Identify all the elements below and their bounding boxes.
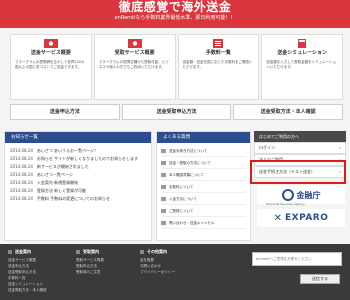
fsa-subtitle: Financial Services Agency (266, 202, 305, 206)
card-desc: 送金額・送金先国に応じた手数料をご確認いただけます。 (182, 60, 253, 69)
exparo-logo[interactable]: ✕ EXPARO (257, 209, 345, 227)
list-icon (213, 39, 224, 48)
hero-banner: 徹底感覚で海外送金 enRemitなら手数料業界最低水準、即日利用可能！！ (0, 0, 350, 28)
thumbnail-icon (161, 196, 166, 201)
card-fee-list[interactable]: 手数料一覧 送金額・送金先国に応じた手数料をご確認いただけます。 (177, 34, 260, 100)
news-item[interactable]: 2014.08.24 お知らせ サイトが新しくなりましたのでお知らせします (10, 155, 146, 163)
faq-item[interactable]: 手数料について (161, 181, 246, 193)
service-cards: 送金サービス概要 マネーグラムの提携網を生かして世界200カ国以上の国に低コスト… (10, 34, 343, 100)
login-link[interactable]: ログイン › (254, 142, 346, 154)
news-panel: お知らせ一覧 2014.08.24 あいさつ あいうえお一覧ページ！ 2014.0… (4, 131, 152, 241)
card-desc: マネーグラムの提携店舗から受取可能、ビジネスや個人の方でもご利用いただけます。 (98, 60, 169, 69)
side-header: はじめてご利用の方へ (254, 131, 346, 142)
calculator-icon (298, 39, 307, 48)
faq-item[interactable]: 送金手続き方法について (161, 145, 246, 157)
receive-procedure-button[interactable]: 送金受取申込方法 (121, 104, 232, 120)
news-item[interactable]: 2014.08.24 登録方法 新しく登録が可能 (10, 187, 146, 195)
hero-title: 徹底感覚で海外送金 (118, 0, 232, 14)
hero-subtitle: enRemitなら手数料業界最低水準、即日利用可能！！ (114, 15, 236, 21)
news-item[interactable]: 2014.08.24 入金案内 新規登録開始 (10, 179, 146, 187)
faq-item[interactable]: 入金方法について (161, 193, 246, 205)
square-icon (76, 250, 80, 254)
money-icon (127, 39, 142, 48)
square-icon (140, 250, 144, 254)
card-title: 送金サービス概要 (30, 50, 71, 56)
news-item[interactable]: 2014.08.24 新サービスが開始されました (10, 163, 146, 171)
card-simulation[interactable]: 送金シミュレーション 送金額を入力して受取金額をシミュレーションいただけます。 (261, 34, 343, 100)
card-title: 手数料一覧 (205, 50, 231, 56)
footer-col-receive: 受取案内 受取サービス概要 受取申込方法 受取時のご注意 (76, 249, 104, 275)
footer: 送金案内 送金サービス概要 送金申込方法 送金受取申込方法 手数料一覧 送金シミ… (0, 244, 350, 300)
thumbnail-icon (161, 208, 166, 213)
newsletter-submit-button[interactable]: 送信する (300, 274, 340, 284)
footer-link[interactable]: プライバシーポリシー (140, 269, 175, 275)
exparo-mark-icon: ✕ (273, 212, 282, 224)
procedure-buttons: 送金申込方法 送金受取申込方法 送金受取方法・本人確認 (10, 104, 344, 120)
footer-link[interactable]: 送金受取方法・本人確認 (8, 287, 47, 293)
card-send-service[interactable]: 送金サービス概要 マネーグラムの提携網を生かして世界200カ国以上の国に低コスト… (10, 34, 92, 100)
faq-item[interactable]: 送金・受取の方法について (161, 157, 246, 169)
news-item[interactable]: 2014.08.24 手数料 手数料の変更についてのお知らせ (10, 195, 146, 203)
card-desc: 送金額を入力して受取金額をシミュレーションいただけます。 (266, 60, 337, 69)
faq-item[interactable]: 問い合わせ・送金キャンセル (161, 217, 246, 229)
thumbnail-icon (161, 220, 166, 225)
square-icon (8, 250, 12, 254)
newsletter-input[interactable]: enremitへご意見をお寄せください (252, 252, 342, 266)
faq-panel: よくある質問 送金手続き方法について 送金・受取の方法について 本人確認書類につ… (156, 131, 251, 241)
footer-col-remit: 送金案内 送金サービス概要 送金申込方法 送金受取申込方法 手数料一覧 送金シミ… (8, 249, 47, 293)
fsa-emblem-icon (281, 189, 294, 201)
card-desc: マネーグラムの提携網を生かして世界200カ国以上の国に低コストでご送金できます。 (15, 60, 85, 69)
highlight-box (250, 160, 346, 184)
money-icon (43, 39, 58, 48)
faq-item[interactable]: ご登録について (161, 205, 246, 217)
news-item[interactable]: 2014.08.24 あいさつ あいうえお一覧ページ！ (10, 147, 146, 155)
news-header: お知らせ一覧 (5, 132, 151, 143)
card-title: 送金シミュレーション (277, 50, 328, 56)
thumbnail-icon (161, 160, 166, 165)
receive-method-button[interactable]: 送金受取方法・本人確認 (233, 104, 344, 120)
send-procedure-button[interactable]: 送金申込方法 (10, 104, 120, 120)
card-receive-service[interactable]: 受取サービス概要 マネーグラムの提携店舗から受取可能、ビジネスや個人の方でもご利… (93, 34, 176, 100)
footer-link[interactable]: 受取時のご注意 (76, 269, 104, 275)
footer-col-other: その他案内 会社概要 お問い合わせ プライバシーポリシー (140, 249, 175, 275)
faq-item[interactable]: 本人確認書類について (161, 169, 246, 181)
thumbnail-icon (161, 148, 166, 153)
thumbnail-icon (161, 184, 166, 189)
card-title: 受取サービス概要 (114, 50, 155, 56)
news-item[interactable]: 2014.08.24 あいさつ一覧ページ (10, 171, 146, 179)
thumbnail-icon (161, 172, 166, 177)
faq-header: よくある質問 (157, 132, 250, 143)
chevron-right-icon: › (339, 145, 341, 150)
